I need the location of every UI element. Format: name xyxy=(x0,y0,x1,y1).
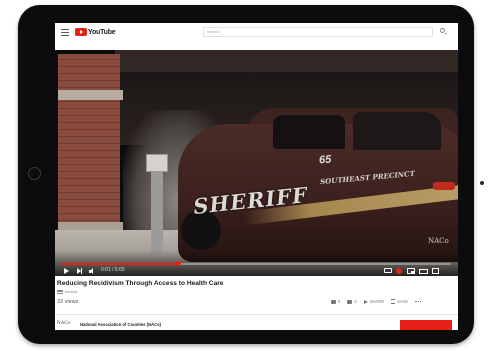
call-box xyxy=(146,154,168,172)
like-button[interactable]: 0 xyxy=(331,299,340,304)
like-count: 0 xyxy=(338,299,341,304)
more-button[interactable] xyxy=(415,300,421,303)
top-bar: YouTube Search xyxy=(55,23,458,43)
youtube-logo[interactable]: YouTube xyxy=(75,28,116,36)
camera-dot xyxy=(480,181,484,185)
home-button[interactable] xyxy=(28,167,41,180)
search-input[interactable]: Search xyxy=(203,27,433,37)
play-icon[interactable] xyxy=(64,268,69,274)
thumbs-up-icon xyxy=(331,299,336,304)
share-button[interactable]: SHARE xyxy=(363,299,385,304)
car-window-rear xyxy=(353,112,441,150)
unit-number: 65 xyxy=(318,153,332,167)
theater-mode-icon[interactable] xyxy=(419,269,428,274)
miniplayer-icon[interactable] xyxy=(407,268,415,274)
logo-text: YouTube xyxy=(88,28,116,36)
youtube-screen: YouTube Search SHERIFF 65 SOUTHEAST PREC… xyxy=(55,23,458,330)
pillar-band xyxy=(58,90,123,100)
captions-icon[interactable] xyxy=(384,268,392,273)
view-count: 33 views xyxy=(57,299,79,305)
video-player[interactable]: SHERIFF 65 SOUTHEAST PRECINCT NACo 0:01 … xyxy=(55,50,458,276)
progress-bar[interactable] xyxy=(61,261,451,266)
dislike-count: 0 xyxy=(354,299,357,304)
progress-played xyxy=(61,263,178,265)
call-box-post xyxy=(151,162,163,254)
time-display: 0:01 / 5:00 xyxy=(101,267,125,273)
save-playlist-icon xyxy=(391,299,396,304)
more-icon xyxy=(415,300,421,303)
share-icon xyxy=(363,299,368,304)
channel-name[interactable]: National Association of Counties (NACo) xyxy=(80,322,161,327)
play-logo-icon xyxy=(75,28,87,36)
next-icon[interactable] xyxy=(77,268,83,274)
canopy-ceiling xyxy=(115,50,458,72)
hamburger-menu-icon[interactable] xyxy=(61,29,69,36)
share-label: SHARE xyxy=(369,299,385,304)
playlist-label[interactable]: behind xyxy=(65,289,77,294)
save-label: SAVE xyxy=(397,299,408,304)
scrubber-handle[interactable] xyxy=(176,261,181,266)
dislike-button[interactable]: 0 xyxy=(347,299,357,304)
action-bar: 0 0 SHARE SAVE xyxy=(331,299,421,304)
save-button[interactable]: SAVE xyxy=(391,299,408,304)
search-icon[interactable] xyxy=(440,28,445,33)
thumbs-down-icon xyxy=(347,299,353,304)
car-window-front xyxy=(273,115,345,149)
gear-icon[interactable] xyxy=(396,268,402,274)
channel-avatar[interactable]: NACo xyxy=(57,321,70,326)
channel-watermark: NACo xyxy=(428,237,449,245)
subscribe-button[interactable] xyxy=(400,320,452,330)
section-divider xyxy=(55,314,458,315)
car-taillight xyxy=(433,182,455,190)
volume-icon[interactable] xyxy=(89,268,96,274)
playlist-icon xyxy=(57,289,63,294)
playlist-row[interactable]: behind xyxy=(57,289,77,294)
video-title: Reducing Recidivism Through Access to He… xyxy=(57,280,224,287)
brick-pillar xyxy=(58,54,120,234)
fullscreen-icon[interactable] xyxy=(432,268,439,274)
